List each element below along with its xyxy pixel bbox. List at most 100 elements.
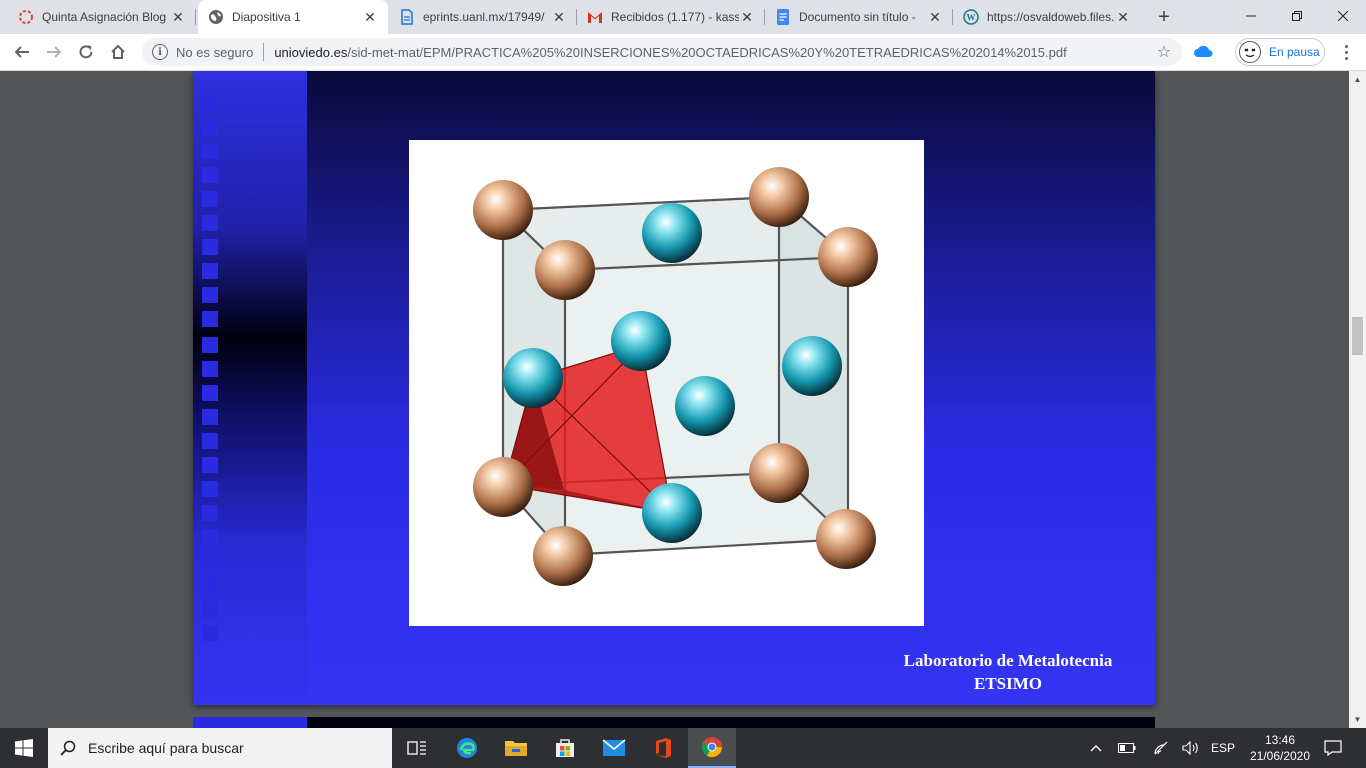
face-atom: [782, 336, 842, 396]
url-host: unioviedo.es: [274, 44, 348, 60]
google-docs-icon: [775, 9, 791, 25]
close-window-button[interactable]: [1320, 0, 1366, 32]
close-tab-icon[interactable]: ✕: [1115, 9, 1131, 25]
tab-google-docs[interactable]: Documento sin título - ✕: [765, 0, 953, 34]
mail-icon: [602, 739, 626, 756]
battery-icon: [1118, 743, 1136, 753]
slide-page: Laboratorio de Metalotecnia ETSIMO: [193, 71, 1155, 705]
corner-atom: [473, 180, 533, 240]
close-tab-icon[interactable]: ✕: [927, 9, 943, 25]
volume-control[interactable]: [1180, 728, 1202, 768]
network-status[interactable]: [1150, 728, 1172, 768]
globe-icon: [208, 9, 224, 25]
scroll-thumb[interactable]: [1352, 317, 1363, 355]
face-atom: [675, 376, 735, 436]
search-icon: [60, 740, 76, 756]
new-tab-button[interactable]: +: [1152, 5, 1176, 29]
url-path: /sid-met-mat/EPM/PRACTICA%205%20INSERCIO…: [347, 44, 1067, 60]
next-slide-page: [193, 717, 1155, 728]
minimize-button[interactable]: [1228, 0, 1274, 32]
tab-diapositiva-1[interactable]: Diapositiva 1 ✕: [198, 0, 388, 34]
chrome-menu-icon[interactable]: [1336, 42, 1356, 62]
reload-button[interactable]: [72, 38, 100, 66]
info-icon[interactable]: i: [152, 44, 168, 60]
chrome-icon: [701, 737, 723, 758]
decor-square: [202, 167, 218, 183]
face-avatar-icon: [1244, 48, 1256, 58]
decor-square: [202, 263, 218, 279]
decor-square: [202, 119, 218, 135]
wifi-icon: [1154, 741, 1168, 755]
system-clock[interactable]: 13:46 21/06/2020: [1242, 732, 1318, 764]
face-atom: [503, 348, 563, 408]
scroll-up-icon[interactable]: ▲: [1349, 71, 1366, 88]
task-view-button[interactable]: [393, 728, 441, 768]
bookmark-star-icon[interactable]: ☆: [1152, 40, 1176, 64]
close-tab-icon[interactable]: ✕: [551, 9, 567, 25]
file-explorer-button[interactable]: [492, 728, 540, 768]
windows-taskbar: Escribe aquí para buscar ESP 13:46 21/06…: [0, 728, 1366, 768]
decor-square: [202, 95, 218, 111]
tab-osvaldoweb[interactable]: W https://osvaldoweb.files. ✕: [953, 0, 1141, 34]
fcc-unit-cell-image: [409, 140, 924, 626]
reload-icon: [79, 45, 93, 59]
start-button[interactable]: [0, 728, 48, 768]
close-tab-icon[interactable]: ✕: [170, 9, 186, 25]
corner-atom: [473, 457, 533, 517]
url-text[interactable]: unioviedo.es/sid-met-mat/EPM/PRACTICA%20…: [274, 45, 1152, 60]
clock-time: 13:46: [1264, 733, 1296, 747]
edge-icon: [457, 738, 477, 758]
home-button[interactable]: [104, 38, 132, 66]
corner-atom: [818, 227, 878, 287]
footer-school: ETSIMO: [973, 674, 1043, 693]
windows-logo-icon: [15, 739, 33, 757]
address-bar[interactable]: i No es seguro unioviedo.es/sid-met-mat/…: [142, 38, 1182, 66]
folder-icon: [505, 741, 527, 756]
minimize-icon: [1246, 15, 1256, 17]
decor-square: [202, 143, 218, 159]
corner-atom: [535, 240, 595, 300]
arrow-left-icon: [14, 46, 29, 58]
blogger-loading-icon: [18, 9, 34, 25]
input-language[interactable]: ESP: [1208, 728, 1238, 768]
search-placeholder: Escribe aquí para buscar: [88, 740, 244, 756]
back-button[interactable]: [8, 38, 36, 66]
tab-quinta-asignacion[interactable]: Quinta Asignación Blog ✕: [8, 0, 196, 34]
tab-gmail[interactable]: Recibidos (1.177) - kass ✕: [577, 0, 765, 34]
footer-lab-name: Laboratorio de Metalotecnia: [903, 651, 1113, 670]
microsoft-store-button[interactable]: [541, 728, 589, 768]
close-tab-icon[interactable]: ✕: [362, 9, 378, 25]
tab-eprints[interactable]: eprints.uanl.mx/17949/ ✕: [389, 0, 577, 34]
speaker-icon: [1182, 741, 1198, 755]
security-status[interactable]: No es seguro: [176, 45, 253, 60]
decor-square: [202, 577, 218, 593]
avatar: [1239, 41, 1261, 63]
restore-button[interactable]: [1274, 0, 1320, 32]
scroll-down-icon[interactable]: ▼: [1349, 711, 1366, 728]
taskbar-search-box[interactable]: Escribe aquí para buscar: [48, 728, 392, 768]
edge-taskbar-button[interactable]: [443, 728, 491, 768]
close-tab-icon[interactable]: ✕: [739, 9, 755, 25]
chrome-taskbar-button[interactable]: [688, 728, 736, 768]
face-atom: [611, 311, 671, 371]
decor-square: [202, 215, 218, 231]
cloud-extension-icon[interactable]: [1192, 43, 1214, 61]
tab-title: https://osvaldoweb.files.: [987, 10, 1115, 24]
decor-square: [202, 191, 218, 207]
action-center-button[interactable]: [1322, 728, 1344, 768]
decor-square: [202, 287, 218, 303]
forward-button[interactable]: [40, 38, 68, 66]
battery-status[interactable]: [1116, 728, 1138, 768]
chevron-up-icon: [1090, 745, 1102, 752]
mail-button[interactable]: [590, 728, 638, 768]
profile-button[interactable]: En pausa: [1235, 38, 1325, 66]
slide-footer: Laboratorio de Metalotecnia ETSIMO: [873, 649, 1143, 695]
decor-square: [202, 385, 218, 401]
corner-atom: [749, 167, 809, 227]
decor-square: [202, 337, 218, 353]
office-button[interactable]: [639, 728, 687, 768]
vertical-scrollbar[interactable]: ▲ ▼: [1349, 71, 1366, 728]
gmail-icon: [587, 9, 603, 25]
svg-text:W: W: [967, 13, 976, 23]
show-hidden-icons-button[interactable]: [1086, 728, 1106, 768]
